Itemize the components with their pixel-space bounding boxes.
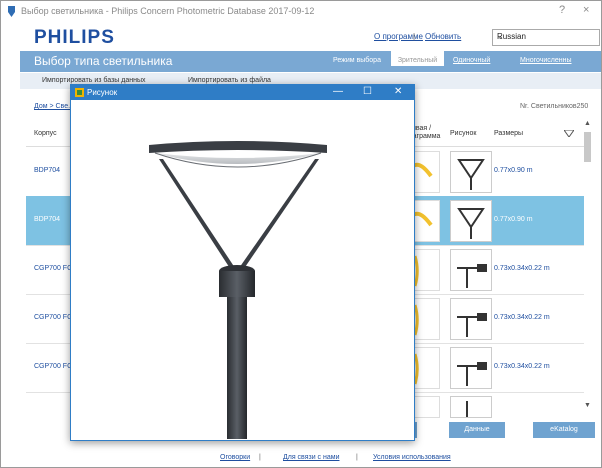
window-title: Выбор светильника - Philips Concern Phot… [21, 6, 315, 16]
tab-select-mode[interactable]: Режим выбора [333, 57, 381, 64]
col-picture[interactable]: Рисунок [450, 130, 476, 137]
luminaire-thumbnail [450, 347, 492, 389]
row-name: CGP700 FG [34, 363, 73, 370]
update-link[interactable]: Обновить [425, 32, 461, 41]
breadcrumb[interactable]: Дом > Све... [34, 103, 74, 110]
dialog-title: Рисунок [87, 88, 118, 97]
luminaire-image [149, 141, 327, 439]
app-icon [8, 6, 15, 17]
list-scrollbar[interactable]: ▲ ▼ [582, 120, 593, 414]
footer-separator: | [356, 454, 358, 461]
scroll-up-icon[interactable]: ▲ [582, 120, 593, 130]
about-link[interactable]: О программе [374, 32, 423, 41]
main-window: Выбор светильника - Philips Concern Phot… [0, 0, 602, 468]
scroll-down-icon[interactable]: ▼ [582, 402, 593, 412]
footer-separator: | [259, 454, 261, 461]
philips-logo: PHILIPS [34, 27, 115, 48]
dialog-close-button[interactable]: ✕ [394, 86, 402, 97]
luminaire-thumbnail [450, 151, 492, 193]
maximize-button[interactable]: ☐ [363, 86, 372, 97]
language-select[interactable]: Russian ⌄ [492, 29, 600, 46]
import-file-link[interactable]: Импортировать из файла [188, 77, 271, 84]
luminaire-thumbnail [450, 396, 492, 418]
row-size: 0.77x0.90 m [494, 216, 533, 223]
luminaire-count: Nr. Светильников250 [520, 103, 589, 110]
minimize-button[interactable]: — [333, 86, 343, 97]
window-titlebar: Выбор светильника - Philips Concern Phot… [1, 1, 601, 23]
tab-multiple[interactable]: Многочисленны [520, 57, 572, 64]
filter-icon[interactable] [564, 130, 574, 137]
row-name: BDP704 [34, 216, 61, 223]
col-housing[interactable]: Корпус [34, 130, 57, 137]
chevron-down-icon: ⌄ [497, 32, 504, 41]
row-size: 0.73x0.34x0.22 m [494, 265, 550, 272]
disclaimer-link[interactable]: Оговорки [220, 454, 250, 461]
tab-visual[interactable]: Зрительный [391, 51, 444, 66]
import-db-link[interactable]: Импортировать из базы данных [42, 77, 146, 84]
tab-single[interactable]: Одиночный [453, 57, 490, 64]
contact-link[interactable]: Для связи с нами [283, 454, 339, 461]
mode-bar: Выбор типа светильника Режим выбора Зрит… [20, 51, 601, 72]
row-name: CGP700 FG [34, 314, 73, 321]
luminaire-thumbnail [450, 249, 492, 291]
row-name: BDP704 [34, 167, 61, 174]
scroll-thumb[interactable] [584, 132, 591, 162]
picture-icon [75, 88, 84, 97]
luminaire-thumbnail [450, 200, 492, 242]
header-separator: | [413, 32, 416, 41]
terms-link[interactable]: Условия использования [373, 454, 451, 461]
ekatalog-button[interactable]: eKatalog [533, 422, 595, 438]
luminaire-thumbnail [450, 298, 492, 340]
row-size: 0.77x0.90 m [494, 167, 533, 174]
help-button[interactable]: ? [559, 4, 565, 16]
close-window-button[interactable]: × [583, 4, 589, 16]
row-size: 0.73x0.34x0.22 m [494, 363, 550, 370]
dialog-titlebar[interactable]: Рисунок — ☐ ✕ [71, 85, 414, 100]
picture-dialog: Рисунок — ☐ ✕ [70, 84, 415, 441]
row-size: 0.73x0.34x0.22 m [494, 314, 550, 321]
row-name: CGP700 FG [34, 265, 73, 272]
data-button[interactable]: Данные [449, 422, 505, 438]
col-size[interactable]: Размеры [494, 130, 523, 137]
page-title: Выбор типа светильника [34, 54, 173, 68]
